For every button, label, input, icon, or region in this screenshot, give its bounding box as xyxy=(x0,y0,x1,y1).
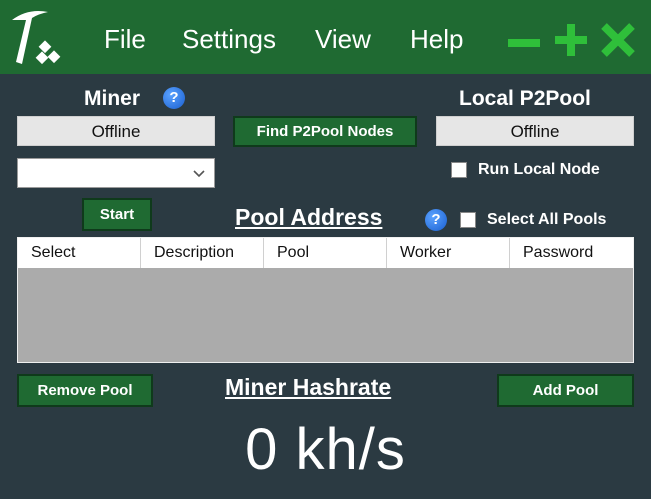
menu-view[interactable]: View xyxy=(315,24,371,55)
column-header-worker[interactable]: Worker xyxy=(387,238,510,268)
local-p2pool-status: Offline xyxy=(436,116,634,146)
pickaxe-logo-icon xyxy=(12,11,61,65)
plus-icon[interactable] xyxy=(553,22,589,58)
local-p2pool-label: Local P2Pool xyxy=(459,87,591,110)
column-header-password[interactable]: Password xyxy=(510,238,633,268)
miner-select[interactable] xyxy=(17,158,215,188)
chevron-down-icon xyxy=(193,170,205,178)
run-local-node-label: Run Local Node xyxy=(478,161,600,178)
miner-hashrate-label: Miner Hashrate xyxy=(225,374,392,400)
menu-help[interactable]: Help xyxy=(410,24,463,55)
start-button[interactable]: Start xyxy=(82,198,152,231)
pool-address-label: Pool Address xyxy=(235,204,383,230)
column-header-pool[interactable]: Pool xyxy=(264,238,387,268)
select-all-pools-checkbox[interactable] xyxy=(460,212,476,228)
column-header-select[interactable]: Select xyxy=(18,238,141,268)
miner-help-icon[interactable]: ? xyxy=(163,87,185,109)
run-local-node-checkbox[interactable] xyxy=(451,162,467,178)
hashrate-value: 0 kh/s xyxy=(245,417,406,482)
find-p2pool-nodes-button[interactable]: Find P2Pool Nodes xyxy=(233,116,417,147)
close-icon[interactable] xyxy=(600,22,636,58)
miner-status: Offline xyxy=(17,116,215,146)
minimize-icon[interactable] xyxy=(506,22,542,58)
remove-pool-button[interactable]: Remove Pool xyxy=(17,374,153,407)
pool-table-header: Select Description Pool Worker Password xyxy=(18,238,633,268)
pool-help-icon[interactable]: ? xyxy=(425,209,447,231)
menu-settings[interactable]: Settings xyxy=(182,24,276,55)
title-bar: File Settings View Help xyxy=(0,0,651,74)
select-all-pools-label: Select All Pools xyxy=(487,211,607,228)
column-header-description[interactable]: Description xyxy=(141,238,264,268)
pool-table[interactable]: Select Description Pool Worker Password xyxy=(17,237,634,363)
menu-file[interactable]: File xyxy=(104,24,146,55)
miner-label: Miner xyxy=(84,87,141,110)
add-pool-button[interactable]: Add Pool xyxy=(497,374,634,407)
